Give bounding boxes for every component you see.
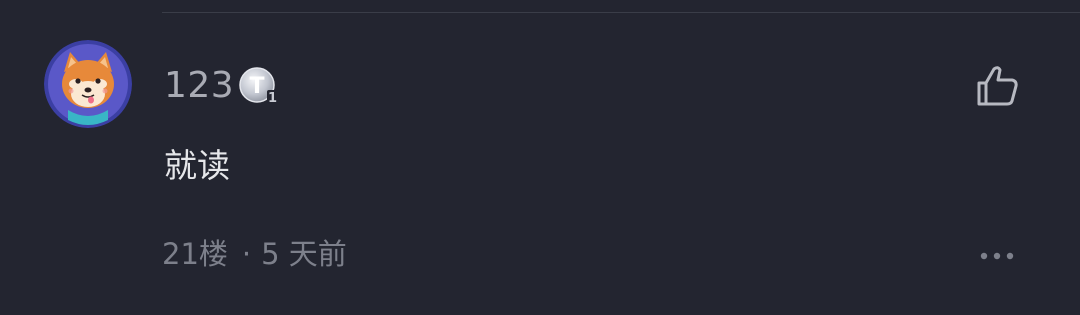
divider bbox=[162, 12, 1080, 13]
username[interactable]: 123 bbox=[164, 66, 234, 106]
comment-meta: 21楼 · 5 天前 bbox=[162, 236, 347, 272]
comment-item: 123 T 1 就读 21楼 · 5 天前 bbox=[0, 0, 1080, 315]
comment-text: 就读 bbox=[164, 146, 230, 185]
timestamp: 5 天前 bbox=[261, 237, 347, 271]
level-number: 1 bbox=[268, 91, 277, 106]
separator: · bbox=[241, 237, 252, 271]
avatar[interactable] bbox=[44, 40, 132, 128]
shiba-dog-avatar-icon bbox=[44, 40, 132, 128]
level-badge-icon: T 1 bbox=[238, 66, 280, 106]
thumbs-up-icon[interactable] bbox=[974, 64, 1022, 108]
more-options-icon[interactable] bbox=[976, 246, 1020, 266]
floor-number: 21楼 bbox=[162, 237, 228, 271]
level-letter: T bbox=[249, 74, 264, 99]
